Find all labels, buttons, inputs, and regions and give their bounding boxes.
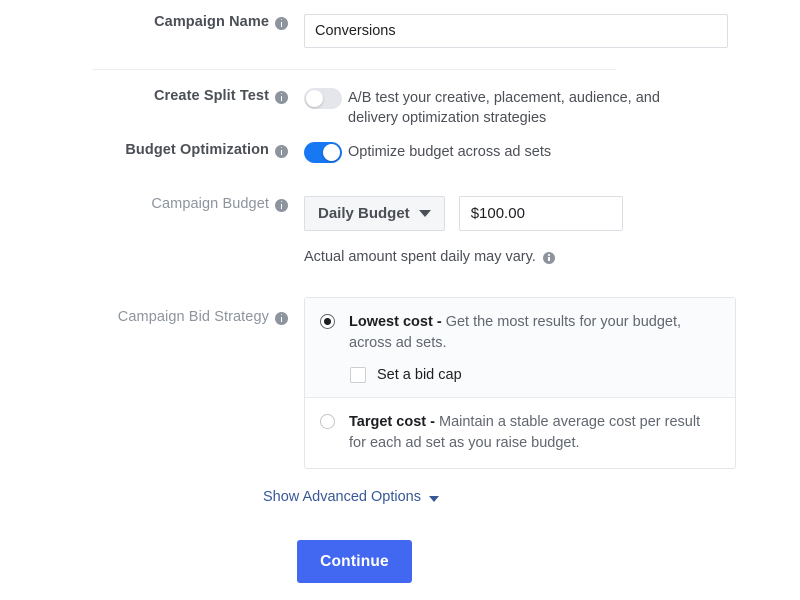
campaign-name-label: Campaign Name (154, 14, 269, 30)
budget-note-text: Actual amount spent daily may vary. (304, 249, 536, 265)
split-test-description: A/B test your creative, placement, audie… (348, 90, 660, 126)
radio-target-cost[interactable] (320, 414, 335, 429)
campaign-budget-label-group: Campaign Budget (60, 196, 288, 212)
bid-strategy-row: Campaign Bid Strategy (60, 309, 288, 325)
bid-strategy-label: Campaign Bid Strategy (117, 309, 269, 325)
budget-type-dropdown[interactable]: Daily Budget (304, 196, 445, 231)
bid-option-separator: - (432, 314, 446, 330)
split-test-row: Create Split Test A/B test your creative… (60, 88, 668, 128)
bid-option-target-cost[interactable]: Target cost - Maintain a stable average … (305, 398, 735, 468)
budget-optimization-label-group: Budget Optimization (60, 142, 288, 158)
bid-option-separator: - (426, 414, 439, 430)
bid-option-lowest-cost-text: Lowest cost - Get the most results for y… (349, 312, 719, 354)
continue-button[interactable]: Continue (297, 540, 412, 583)
bid-strategy-options-box: Lowest cost - Get the most results for y… (304, 297, 736, 469)
toggle-knob (323, 144, 340, 161)
campaign-budget-label: Campaign Budget (151, 196, 269, 212)
budget-note: Actual amount spent daily may vary. (304, 249, 555, 265)
chevron-down-icon (429, 495, 439, 502)
split-test-toggle-wrap (288, 88, 344, 109)
campaign-name-label-group: Campaign Name (60, 14, 288, 30)
toggle-knob (306, 90, 323, 107)
info-icon[interactable] (542, 252, 555, 264)
info-icon[interactable] (275, 90, 288, 104)
info-icon[interactable] (275, 144, 288, 158)
bid-strategy-label-group: Campaign Bid Strategy (60, 309, 288, 325)
bid-option-target-cost-title: Target cost (349, 414, 427, 430)
info-icon[interactable] (275, 311, 288, 325)
campaign-name-input[interactable] (304, 14, 728, 48)
bid-option-target-cost-text: Target cost - Maintain a stable average … (349, 412, 719, 454)
budget-optimization-description: Optimize budget across ad sets (348, 144, 552, 160)
split-test-label-group: Create Split Test (60, 88, 288, 104)
bid-option-lowest-cost[interactable]: Lowest cost - Get the most results for y… (305, 298, 735, 398)
set-bid-cap-row[interactable]: Set a bid cap (350, 367, 719, 383)
budget-type-value: Daily Budget (318, 205, 410, 222)
budget-optimization-row: Budget Optimization Optimize budget acro… (60, 142, 551, 163)
set-bid-cap-checkbox[interactable] (350, 367, 366, 383)
budget-optimization-toggle[interactable] (304, 142, 342, 163)
split-test-label: Create Split Test (153, 88, 269, 104)
campaign-name-row: Campaign Name (60, 14, 728, 48)
set-bid-cap-label: Set a bid cap (377, 367, 462, 383)
info-icon[interactable] (275, 16, 288, 30)
split-test-toggle[interactable] (304, 88, 342, 109)
budget-amount-input[interactable] (458, 196, 623, 231)
budget-optimization-toggle-wrap (288, 142, 344, 163)
show-advanced-options-link[interactable]: Show Advanced Options (263, 489, 439, 505)
budget-optimization-label: Budget Optimization (125, 142, 269, 158)
bid-option-lowest-cost-title: Lowest cost (349, 314, 433, 330)
radio-lowest-cost[interactable] (320, 314, 335, 329)
chevron-down-icon (418, 210, 431, 217)
campaign-form-page: Campaign Name Create Split Test A/B test… (0, 0, 800, 600)
campaign-budget-row: Campaign Budget Daily Budget (60, 196, 623, 231)
show-advanced-options-label: Show Advanced Options (263, 489, 421, 505)
info-icon[interactable] (275, 198, 288, 212)
section-divider (93, 69, 616, 70)
